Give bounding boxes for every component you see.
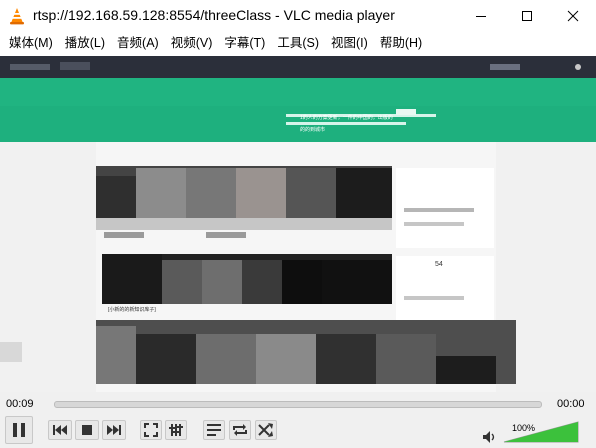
extended-settings-icon [169, 424, 183, 436]
menu-audio[interactable]: 音频(A) [111, 32, 165, 54]
vlc-cone-icon [10, 8, 24, 25]
pause-button[interactable] [5, 416, 33, 444]
loop-button[interactable] [229, 420, 251, 440]
pause-icon [13, 423, 25, 437]
maximize-button[interactable] [504, 0, 550, 32]
menu-playback[interactable]: 播放(L) [59, 32, 111, 54]
extended-settings-button[interactable] [165, 420, 187, 440]
previous-icon [53, 425, 67, 435]
menu-tools[interactable]: 工具(S) [271, 32, 325, 54]
window-title: rtsp://192.168.59.128:8554/threeClass - … [33, 7, 395, 23]
seek-bar[interactable] [54, 401, 542, 408]
shuffle-icon [258, 423, 273, 437]
video-caption-line-1: 1的人的方案更新，一件的中国的，出版的 [300, 115, 393, 121]
video-side-number: 54 [435, 261, 443, 268]
elapsed-time: 00:09 [6, 398, 34, 410]
video-card-title: [小新的的新知识库子] [108, 307, 156, 313]
video-area[interactable]: 1的人的方案更新，一件的中国的，出版的 的的到城市 54 [小新的的新知识库子] [0, 56, 596, 392]
volume-slider[interactable] [502, 420, 580, 444]
menu-help[interactable]: 帮助(H) [374, 32, 428, 54]
speaker-icon[interactable] [482, 430, 496, 444]
playlist-icon [207, 424, 221, 436]
menu-media[interactable]: 媒体(M) [0, 32, 59, 54]
minimize-icon [476, 16, 486, 17]
stop-icon [82, 425, 92, 435]
close-icon [567, 10, 579, 22]
title-bar: rtsp://192.168.59.128:8554/threeClass - … [0, 0, 596, 32]
video-frame [0, 56, 596, 392]
fullscreen-icon [144, 423, 158, 437]
loop-icon [233, 424, 247, 436]
maximize-icon [522, 11, 532, 21]
next-icon [107, 425, 121, 435]
fullscreen-button[interactable] [140, 420, 162, 440]
playlist-button[interactable] [203, 420, 225, 440]
previous-button[interactable] [48, 420, 72, 440]
stop-button[interactable] [75, 420, 99, 440]
shuffle-button[interactable] [255, 420, 277, 440]
next-button[interactable] [102, 420, 126, 440]
close-button[interactable] [550, 0, 596, 32]
remaining-time: 00:00 [557, 398, 585, 410]
menu-video[interactable]: 视频(V) [165, 32, 219, 54]
menu-bar: 媒体(M) 播放(L) 音频(A) 视频(V) 字幕(T) 工具(S) 视图(I… [0, 32, 596, 54]
menu-subtitle[interactable]: 字幕(T) [218, 32, 271, 54]
menu-view[interactable]: 视图(I) [325, 32, 374, 54]
video-caption-line-2: 的的到城市 [300, 127, 326, 133]
minimize-button[interactable] [458, 0, 504, 32]
